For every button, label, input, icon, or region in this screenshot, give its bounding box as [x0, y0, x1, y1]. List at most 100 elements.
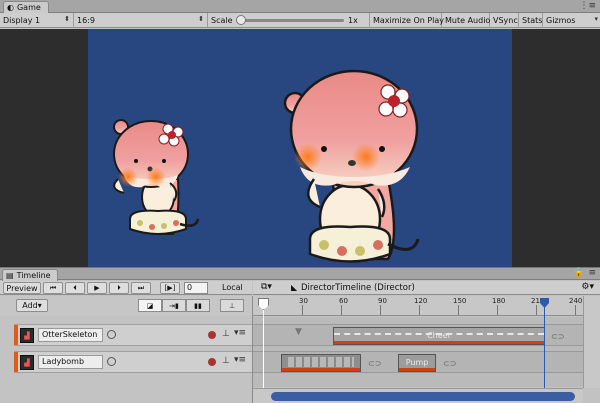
- ruler-tick-label: 120: [414, 297, 428, 305]
- clip-ladybomb-idle[interactable]: [281, 354, 361, 372]
- step-forward-icon: ⏵: [117, 283, 121, 292]
- vsync-toggle[interactable]: VSync: [490, 13, 519, 28]
- game-tab-label: Game: [16, 3, 41, 12]
- timeline-playback-controls: Preview ⏮ ⏴ ▶ ⏵ ⏭ [▶] 0 Local: [0, 281, 252, 295]
- display-value: Display 1: [3, 16, 41, 25]
- clip-label: Pump: [405, 358, 429, 367]
- clip-loop-icon: ⊂⊃: [551, 332, 565, 341]
- track-color-bar: [14, 352, 18, 372]
- ruler-tick-label: 240: [569, 297, 583, 305]
- window-menu-icon[interactable]: ⋮≡: [579, 1, 596, 11]
- previous-frame-button[interactable]: ⏴: [65, 282, 85, 294]
- ripple-icon: ⇥▮: [169, 301, 179, 310]
- timeline-tab-label: Timeline: [16, 271, 51, 280]
- track-lane-ladybomb[interactable]: ⊂⊃ Pump ⊂⊃: [253, 351, 583, 373]
- stats-label: Stats: [522, 16, 543, 25]
- ruler-tick-label: 60: [339, 297, 348, 305]
- curve-mode-button[interactable]: ◪: [138, 299, 162, 312]
- record-button[interactable]: [208, 358, 216, 366]
- gizmos-dropdown[interactable]: Gizmos ▾: [543, 13, 600, 28]
- add-label: Add: [22, 301, 38, 310]
- curves-icon: ◪: [146, 301, 154, 310]
- playhead-line: [263, 304, 264, 388]
- play-range-button[interactable]: [▶]: [160, 282, 180, 294]
- add-track-button[interactable]: Add ▾: [16, 299, 48, 312]
- mute-audio-toggle[interactable]: Mute Audio: [442, 13, 490, 28]
- timeline-icon: ▤: [6, 271, 14, 280]
- tab-timeline[interactable]: ▤ Timeline: [2, 269, 58, 281]
- stats-toggle[interactable]: Stats: [519, 13, 543, 28]
- director-title[interactable]: DirectorTimeline (Director): [301, 283, 415, 293]
- unity-logo-icon: ◐: [7, 3, 14, 12]
- scale-value: 1x: [348, 16, 358, 25]
- clip-loop-icon: ⊂⊃: [443, 359, 457, 368]
- record-button[interactable]: [208, 331, 216, 339]
- scale-slider-thumb[interactable]: [236, 15, 246, 25]
- timeline-end-marker[interactable]: [544, 300, 545, 390]
- timeline-ruler[interactable]: 0 30 60 90 120 150 180 210 240: [253, 296, 583, 316]
- vsync-label: VSync: [493, 16, 518, 25]
- track-header-otterskeleton[interactable]: ▟ OtterSkeleton ⊥ ▾≡: [14, 324, 252, 346]
- small-otter-blush-right: [146, 167, 166, 187]
- timeline-vertical-scrollbar[interactable]: [583, 296, 600, 388]
- dropdown-arrow-icon: ⬍: [198, 15, 204, 23]
- game-toolbar: Display 1 ⬍ 16:9 ⬍ Scale 1x Maximize On …: [0, 13, 600, 28]
- tab-game[interactable]: ◐ Game: [3, 1, 49, 13]
- scrollbar-thumb[interactable]: [271, 392, 575, 401]
- track-name-field[interactable]: OtterSkeleton: [38, 328, 103, 342]
- big-otter-blush-left: [294, 143, 322, 171]
- maximize-label: Maximize On Play: [373, 16, 445, 25]
- panel-divider[interactable]: [252, 296, 253, 403]
- dropdown-arrow-icon: ▾: [37, 301, 42, 310]
- scale-slider[interactable]: [238, 19, 344, 22]
- markers-button[interactable]: ⊥: [220, 299, 244, 312]
- scene-characters: [113, 69, 420, 263]
- ruler-tick-label: 30: [299, 297, 308, 305]
- binding-target-icon[interactable]: [107, 357, 116, 366]
- aspect-dropdown[interactable]: 16:9 ⬍: [74, 13, 208, 28]
- asset-selector-icon[interactable]: ⧉▾: [261, 282, 272, 292]
- small-otter-blush-left: [118, 167, 138, 187]
- replace-mode-button[interactable]: ▮▮: [186, 299, 210, 312]
- maximize-on-play-toggle[interactable]: Maximize On Play: [370, 13, 445, 28]
- timeline-horizontal-scrollbar[interactable]: [253, 388, 583, 403]
- track-menu-icon[interactable]: ▾≡: [234, 328, 246, 338]
- lock-icon[interactable]: 🔒: [573, 268, 584, 278]
- gear-icon[interactable]: ⚙▾: [581, 282, 594, 292]
- track-header-ladybomb[interactable]: ▟ Ladybomb ⊥ ▾≡: [14, 351, 252, 373]
- game-view[interactable]: [88, 29, 512, 267]
- timeline-asset-header: ⧉▾ ◣ DirectorTimeline (Director) ⚙▾: [253, 281, 600, 295]
- display-dropdown[interactable]: Display 1 ⬍: [0, 13, 74, 28]
- ripple-mode-button[interactable]: ⇥▮: [162, 299, 186, 312]
- aspect-value: 16:9: [77, 16, 95, 25]
- clip-cheer[interactable]: Cheer: [333, 327, 545, 345]
- clip-label: Cheer: [427, 331, 451, 340]
- frame-input[interactable]: 0: [184, 282, 208, 294]
- scale-label: Scale: [211, 16, 233, 25]
- step-back-icon: ⏴: [73, 283, 77, 292]
- track-menu-icon[interactable]: ▾≡: [234, 355, 246, 365]
- binding-target-icon[interactable]: [107, 330, 116, 339]
- replace-icon: ▮▮: [194, 301, 202, 310]
- next-frame-button[interactable]: ⏵: [109, 282, 129, 294]
- clip-loop-icon: ⊂⊃: [368, 359, 382, 368]
- timeline-track-tools: Add ▾ ◪ ⇥▮ ▮▮ ⊥: [0, 296, 252, 316]
- ruler-tick-label: 90: [378, 297, 387, 305]
- dropdown-arrow-icon: ⬍: [64, 15, 70, 23]
- breadcrumb-arrow-icon: ◣: [291, 283, 298, 292]
- dropdown-arrow-icon: ▾: [594, 15, 598, 23]
- gizmos-label: Gizmos: [546, 16, 576, 25]
- goto-start-button[interactable]: ⏮: [43, 282, 63, 294]
- play-button[interactable]: ▶: [87, 282, 107, 294]
- space-toggle[interactable]: Local: [222, 283, 243, 292]
- clip-pump[interactable]: Pump: [398, 354, 436, 372]
- pin-icon[interactable]: ⊥: [222, 329, 230, 339]
- preview-button[interactable]: Preview: [3, 282, 41, 294]
- window-menu-icon[interactable]: ≡: [588, 268, 596, 278]
- track-name-field[interactable]: Ladybomb: [38, 355, 103, 369]
- pin-icon[interactable]: ⊥: [222, 356, 230, 366]
- track-lane-otterskeleton[interactable]: ▼ Cheer ⊂⊃: [253, 324, 583, 346]
- play-range-icon: [▶]: [164, 284, 176, 292]
- scale-control: Scale 1x: [208, 13, 370, 28]
- goto-end-button[interactable]: ⏭: [131, 282, 151, 294]
